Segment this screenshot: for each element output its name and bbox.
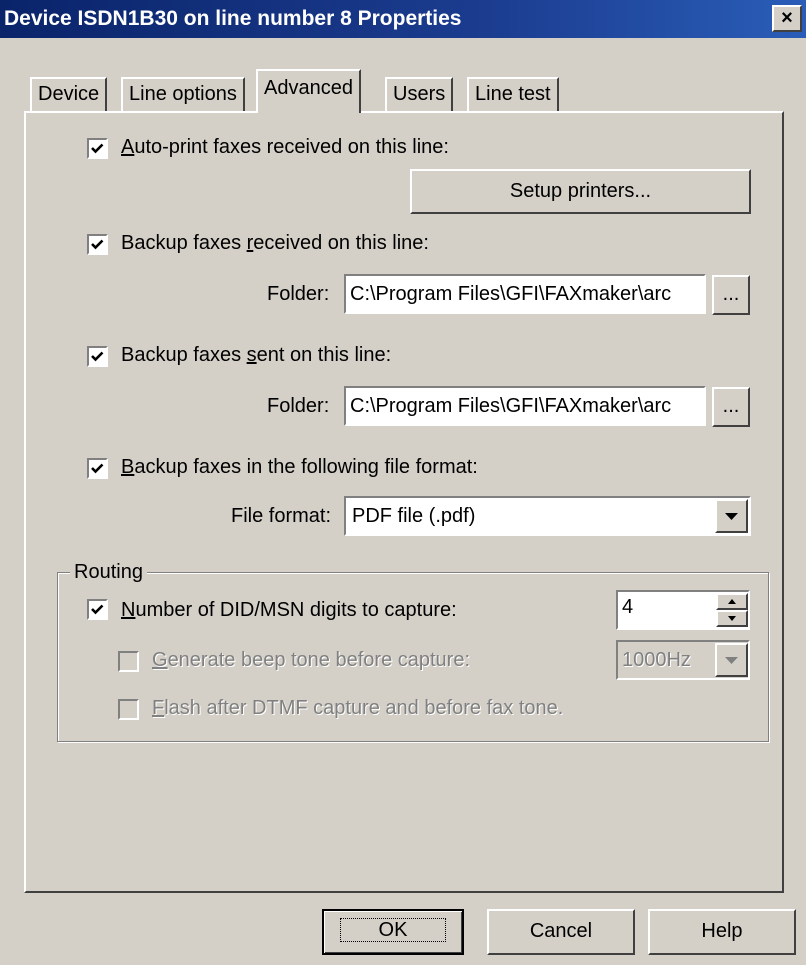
beep-tone-label[interactable]: Generate beep tone before capture: [152,649,470,672]
spin-up-button[interactable] [716,593,748,610]
routing-legend: Routing [70,561,147,584]
file-format-dropdown-button[interactable] [715,499,748,533]
beep-tone-value: 1000Hz [622,649,691,671]
did-digits-label[interactable]: Number of DID/MSN digits to capture: [121,599,457,622]
setup-printers-label: Setup printers... [509,180,652,202]
cancel-label: Cancel [529,920,593,942]
beep-tone-checkbox[interactable] [118,651,139,672]
chevron-down-icon [725,657,738,664]
checkmark-icon [91,143,104,154]
ellipsis-icon: ... [722,283,740,305]
cancel-button[interactable]: Cancel [487,909,635,955]
ok-button[interactable]: OK [322,909,464,955]
backup-sent-label[interactable]: Backup faxes sent on this line: [121,344,391,367]
checkmark-icon [91,463,104,474]
spin-down-icon [728,616,736,621]
received-folder-label: Folder: [267,283,330,305]
flash-label[interactable]: Flash after DTMF capture and before fax … [152,697,563,720]
ellipsis-icon: ... [722,395,740,417]
did-digits-value: 4 [622,596,634,618]
sent-folder-input[interactable]: C:\Program Files\GFI\FAXmaker\arc [344,386,706,426]
help-button[interactable]: Help [648,909,796,955]
autoprint-checkbox[interactable] [87,138,108,159]
checkmark-icon [91,239,104,250]
beep-tone-dropdown-button[interactable] [715,643,748,677]
received-browse-button[interactable]: ... [712,275,750,315]
file-format-value: PDF file (.pdf) [352,505,476,527]
backup-format-checkbox[interactable] [87,458,108,479]
chevron-down-icon [725,513,738,520]
help-label: Help [701,920,743,942]
file-format-select[interactable]: PDF file (.pdf) [344,496,751,536]
setup-printers-button[interactable]: Setup printers... [410,169,751,214]
flash-checkbox[interactable] [118,699,139,720]
backup-sent-checkbox[interactable] [87,346,108,367]
checkmark-icon [91,604,104,615]
backup-received-label[interactable]: Backup faxes received on this line: [121,232,429,255]
received-folder-input[interactable]: C:\Program Files\GFI\FAXmaker\arc [344,274,706,314]
file-format-label: File format: [231,505,332,527]
ok-label: OK [339,918,447,942]
spin-up-icon [728,599,736,604]
did-digits-checkbox[interactable] [87,599,108,620]
sent-folder-label: Folder: [267,395,330,417]
sent-browse-button[interactable]: ... [712,387,750,427]
spin-down-button[interactable] [716,610,748,627]
backup-received-checkbox[interactable] [87,234,108,255]
checkmark-icon [91,351,104,362]
backup-format-label[interactable]: Backup faxes in the following file forma… [121,456,478,479]
autoprint-label[interactable]: Auto-print faxes received on this line: [121,136,449,159]
